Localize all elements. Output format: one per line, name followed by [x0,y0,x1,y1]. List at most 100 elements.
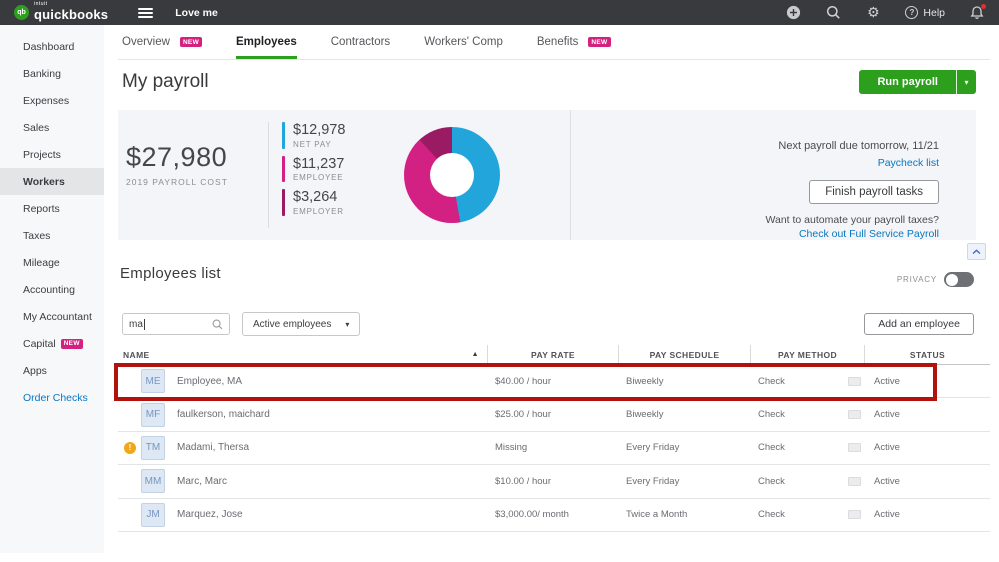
sidebar-item-dashboard[interactable]: Dashboard [0,33,104,60]
brand-name: quickbooks [34,7,109,22]
page-title: My payroll [122,71,209,92]
tab-overview[interactable]: Overview NEW [122,25,203,59]
sidebar-item-sales[interactable]: Sales [0,114,104,141]
employee-name[interactable]: Marquez, Jose [177,509,243,520]
employee-row[interactable]: ! TM Madami, Thersa Missing Every Friday… [118,432,990,466]
status-cell: Active [874,475,900,487]
employees-table: NAME ▲ PAY RATE PAY SCHEDULE PAY METHOD … [114,345,990,532]
pay-method-cell: Check [750,409,864,420]
row-indicator-box [848,376,861,386]
pay-schedule-cell: Twice a Month [626,509,688,521]
employee-avatar: TM [141,435,165,460]
run-payroll-dropdown-button[interactable]: ▾ [956,70,976,94]
sidebar-item-workers[interactable]: Workers [0,168,104,195]
employee-row[interactable]: MM Marc, Marc $10.00 / hour Every Friday… [118,465,990,499]
sidebar-item-projects[interactable]: Projects [0,141,104,168]
help-icon: ? [905,6,919,19]
employee-row[interactable]: ME Employee, MA $40.00 / hour Biweekly C… [114,363,990,401]
magnifier-icon [212,319,223,329]
column-header-pay-method[interactable]: PAY METHOD [750,345,864,364]
privacy-control: PRIVACY [897,272,974,287]
full-service-payroll-link[interactable]: Check out Full Service Payroll [578,228,939,240]
payroll-total-caption: 2019 PAYROLL COST [126,177,228,187]
legend-color-bar [282,189,285,217]
main-content: Overview NEW Employees Contractors Worke… [104,25,990,562]
sidebar-navigation: Dashboard Banking Expenses Sales Project… [0,25,104,553]
sidebar-item-expenses[interactable]: Expenses [0,87,104,114]
payroll-total-value: $27,980 [126,142,228,172]
gear-icon[interactable]: ⚙ [865,4,881,21]
divider [570,110,571,240]
add-an-employee-button[interactable]: Add an employee [864,313,974,335]
employee-search-input[interactable]: ma [122,313,230,335]
employee-name[interactable]: Employee, MA [177,376,242,387]
divider [268,122,269,228]
hamburger-menu-icon[interactable] [138,7,154,18]
pay-method-cell: Check [750,509,864,520]
paycheck-list-link[interactable]: Paycheck list [578,157,939,169]
pay-method-cell: Check [750,442,864,453]
notifications-bell-icon[interactable] [969,3,986,21]
sidebar-item-apps[interactable]: Apps [0,357,104,384]
employee-avatar: ME [141,369,165,394]
run-payroll-button[interactable]: Run payroll [859,70,956,94]
quickbooks-payroll-page: qb intuit quickbooks Love me ⚙ ? Help Da… [0,0,999,562]
next-payroll-due-text: Next payroll due tomorrow, 11/21 [778,140,939,152]
employee-name[interactable]: Marc, Marc [177,476,227,487]
search-icon[interactable] [825,5,841,21]
pay-schedule-cell: Biweekly [626,409,664,421]
tab-benefits[interactable]: Benefits NEW [537,25,611,59]
employee-name[interactable]: Madami, Thersa [177,442,249,453]
top-navigation-bar: qb intuit quickbooks Love me ⚙ ? Help [0,0,999,25]
legend-color-bar [282,122,285,149]
payroll-legend: $12,978 NET PAY $11,237 EMPLOYEE $3,264 [282,122,345,223]
column-header-status[interactable]: STATUS [864,345,990,364]
sort-ascending-icon: ▲ [471,351,479,358]
pay-rate-cell: Missing [495,442,528,454]
sidebar-item-taxes[interactable]: Taxes [0,222,104,249]
sidebar-item-mileage[interactable]: Mileage [0,249,104,276]
sidebar-item-order-checks[interactable]: Order Checks [0,384,104,411]
tab-workers-comp[interactable]: Workers' Comp [424,25,503,59]
sidebar-item-capital[interactable]: Capital NEW [0,330,104,357]
warning-icon: ! [124,441,136,454]
employees-list-heading: Employees list [120,265,221,282]
finish-payroll-tasks-button[interactable]: Finish payroll tasks [809,180,939,204]
legend-item-net-pay: $12,978 NET PAY [282,122,345,149]
status-cell: Active [874,442,900,454]
privacy-label: PRIVACY [896,275,937,284]
column-header-pay-rate[interactable]: PAY RATE [487,345,618,364]
create-plus-icon[interactable] [785,5,801,21]
qb-logo-icon: qb [14,5,29,20]
help-button[interactable]: ? Help [905,6,945,19]
legend-item-employee: $11,237 EMPLOYEE [282,155,345,183]
employee-row[interactable]: MF faulkerson, maichard $25.00 / hour Bi… [118,398,990,432]
collapse-panel-button[interactable] [967,243,986,260]
chevron-down-icon: ▾ [964,77,969,87]
sidebar-item-accounting[interactable]: Accounting [0,276,104,303]
pay-method-cell: Check [750,476,864,487]
sidebar-item-reports[interactable]: Reports [0,195,104,222]
column-header-pay-schedule[interactable]: PAY SCHEDULE [618,345,750,364]
tab-employees[interactable]: Employees [236,25,297,59]
legend-item-employer: $3,264 EMPLOYER [282,189,345,217]
employees-table-header: NAME ▲ PAY RATE PAY SCHEDULE PAY METHOD … [118,345,990,365]
column-header-name[interactable]: NAME ▲ [118,350,487,360]
sidebar-item-my-accountant[interactable]: My Accountant [0,303,104,330]
donut-hole [430,153,474,197]
chevron-down-icon: ▾ [345,319,350,329]
employee-row[interactable]: JM Marquez, Jose $3,000.00/ month Twice … [118,499,990,532]
payroll-tab-bar: Overview NEW Employees Contractors Worke… [118,25,990,60]
employee-avatar: JM [141,502,165,527]
tab-contractors[interactable]: Contractors [331,25,390,59]
row-indicator-box [848,510,861,520]
employee-status-filter-dropdown[interactable]: Active employees ▾ [242,312,361,336]
sidebar-item-banking[interactable]: Banking [0,60,104,87]
notification-dot [981,3,986,9]
filter-selected-value: Active employees [253,318,332,330]
employee-name[interactable]: faulkerson, maichard [177,409,270,420]
quickbooks-logo[interactable]: qb intuit quickbooks [14,2,108,23]
privacy-toggle[interactable] [944,272,974,287]
employee-avatar: MF [141,402,165,427]
payroll-total: $27,980 2019 PAYROLL COST [126,142,228,187]
